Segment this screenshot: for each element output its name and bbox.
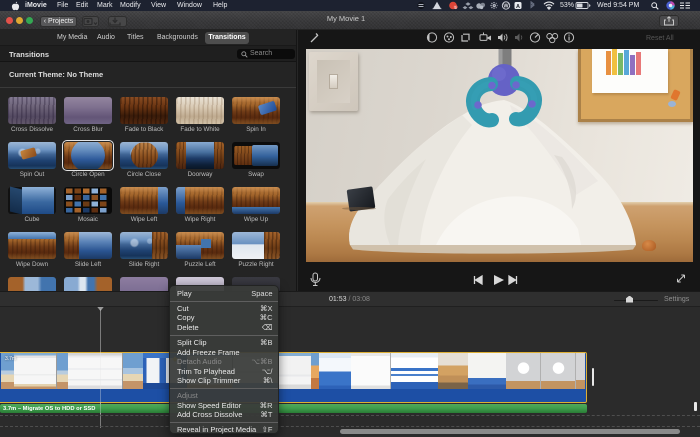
svg-text:A: A — [516, 4, 520, 10]
svg-text:Reset All: Reset All — [646, 35, 674, 42]
svg-text:W: W — [503, 4, 509, 10]
